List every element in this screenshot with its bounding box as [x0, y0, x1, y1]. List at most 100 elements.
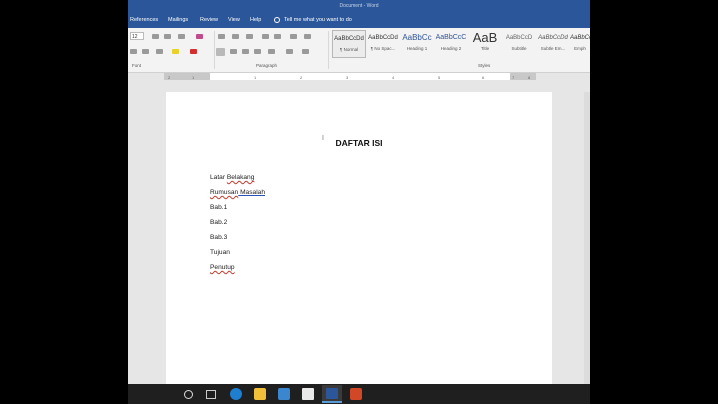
align-left-icon[interactable]	[216, 48, 225, 56]
style-label: Title	[480, 46, 490, 51]
windows-taskbar	[128, 384, 590, 404]
toc-text: Penutup	[210, 264, 235, 271]
ribbon-separator	[214, 31, 215, 69]
sort-icon[interactable]	[290, 34, 297, 39]
toc-text: Tujuan	[210, 249, 230, 256]
ruler-tick: 2	[168, 75, 171, 80]
task-view-icon[interactable]	[206, 390, 216, 399]
style-no-spacing[interactable]: AaBbCcDd ¶ No Spac...	[366, 30, 400, 58]
menu-bar: References Mailings Review View Help Tel…	[128, 12, 590, 28]
toc-item-penutup[interactable]: Penutup	[210, 264, 235, 271]
toc-item-bab-3[interactable]: Bab.3	[210, 234, 227, 241]
toc-item-rumusan-masalah[interactable]: Rumusan Masalah	[210, 189, 265, 196]
line-spacing-icon[interactable]	[268, 49, 275, 54]
cortana-icon[interactable]	[184, 390, 193, 399]
bullets-icon[interactable]	[218, 34, 225, 39]
ruler-tick: 1	[254, 75, 257, 80]
style-label: Heading 1	[406, 46, 428, 51]
toc-item-bab-1[interactable]: Bab.1	[210, 204, 227, 211]
style-preview: AaBbCcDd	[570, 35, 590, 41]
style-emphasis[interactable]: AaBbCcDd Emph	[570, 30, 590, 58]
style-preview: AaBbCcD	[505, 35, 533, 41]
style-heading-1[interactable]: AaBbCc Heading 1	[400, 30, 434, 58]
style-label: Subtle Em...	[540, 46, 566, 51]
tab-mailings[interactable]: Mailings	[168, 12, 188, 28]
style-preview: AaB	[472, 30, 498, 45]
group-label-font: Font	[132, 63, 142, 68]
style-normal[interactable]: AaBbCcDd ¶ Normal	[332, 30, 366, 58]
multilevel-list-icon[interactable]	[246, 34, 253, 39]
word-taskbar-button[interactable]	[322, 385, 342, 403]
align-right-icon[interactable]	[242, 49, 249, 54]
document-page[interactable]: I DAFTAR ISI Latar Belakang Rumusan Masa…	[166, 92, 552, 384]
clear-formatting-icon[interactable]	[196, 34, 203, 39]
document-title[interactable]: DAFTAR ISI	[166, 138, 552, 148]
toc-text: Masalah	[238, 189, 265, 196]
tell-me-label: Tell me what you want to do	[284, 17, 352, 23]
numbering-icon[interactable]	[232, 34, 239, 39]
style-preview: AaBbCcDd	[334, 36, 364, 42]
style-heading-2[interactable]: AaBbCcC Heading 2	[434, 30, 468, 58]
ribbon-separator	[328, 31, 329, 69]
borders-icon[interactable]	[302, 49, 309, 54]
subscript-icon[interactable]	[130, 49, 137, 54]
ruler-tick: 1	[192, 75, 195, 80]
lightbulb-icon	[274, 16, 280, 23]
toc-text: Rumusan	[210, 189, 239, 196]
style-preview: AaBbCc	[402, 33, 432, 42]
increase-indent-icon[interactable]	[274, 34, 281, 39]
title-bar: Document - Word	[128, 0, 590, 12]
grow-font-icon[interactable]	[152, 34, 159, 39]
toc-item-tujuan[interactable]: Tujuan	[210, 249, 230, 256]
style-label: Subtitle	[511, 46, 527, 51]
justify-icon[interactable]	[254, 49, 261, 54]
toc-item-latar-belakang[interactable]: Latar Belakang	[210, 174, 254, 181]
style-label: Emph	[574, 46, 586, 51]
style-label: Heading 2	[440, 46, 462, 51]
mail-icon[interactable]	[302, 388, 314, 400]
toc-text: Bab.1	[210, 204, 228, 211]
tab-view[interactable]: View	[228, 12, 240, 28]
tell-me-search[interactable]: Tell me what you want to do	[274, 12, 352, 28]
file-explorer-icon[interactable]	[254, 388, 266, 400]
group-label-styles: Styles	[478, 63, 491, 68]
text-effects-icon[interactable]	[156, 49, 163, 54]
toc-text: Bab.3	[210, 234, 228, 241]
ruler-tick: 2	[300, 75, 303, 80]
toc-item-bab-2[interactable]: Bab.2	[210, 219, 227, 226]
style-label: ¶ Normal	[339, 47, 359, 52]
style-subtle-emphasis[interactable]: AaBbCcDd Subtle Em...	[536, 30, 570, 58]
ruler-tick: 4	[392, 75, 395, 80]
tab-references[interactable]: References	[130, 12, 158, 28]
group-label-paragraph: Paragraph	[256, 63, 278, 68]
style-subtitle[interactable]: AaBbCcD Subtitle	[502, 30, 536, 58]
superscript-icon[interactable]	[142, 49, 149, 54]
edge-icon[interactable]	[230, 388, 242, 400]
tab-review[interactable]: Review	[200, 12, 218, 28]
style-label: ¶ No Spac...	[370, 46, 396, 51]
store-icon[interactable]	[278, 388, 290, 400]
ruler-tick: 5	[438, 75, 441, 80]
style-preview: AaBbCcC	[435, 34, 467, 41]
align-center-icon[interactable]	[230, 49, 237, 54]
show-formatting-icon[interactable]	[304, 34, 311, 39]
word-window: Document - Word References Mailings Revi…	[128, 0, 590, 404]
font-size-select[interactable]: 12	[130, 32, 144, 40]
style-title[interactable]: AaB Title	[468, 30, 502, 58]
ruler-tick: 7	[512, 75, 515, 80]
change-case-icon[interactable]	[178, 34, 185, 39]
ruler-tick: 8	[528, 75, 531, 80]
ruler-tick: 3	[346, 75, 349, 80]
tab-help[interactable]: Help	[250, 12, 261, 28]
highlight-icon[interactable]	[172, 49, 179, 54]
decrease-indent-icon[interactable]	[262, 34, 269, 39]
vertical-scrollbar[interactable]	[584, 92, 590, 384]
horizontal-ruler[interactable]: 2 1 1 2 3 4 5 6 7 8	[164, 73, 536, 80]
shrink-font-icon[interactable]	[164, 34, 171, 39]
shading-icon[interactable]	[286, 49, 293, 54]
style-preview: AaBbCcDd	[538, 35, 568, 41]
powerpoint-icon[interactable]	[350, 388, 362, 400]
font-color-icon[interactable]	[190, 49, 197, 54]
toc-text: Bab.2	[210, 219, 228, 226]
toc-text: Latar	[210, 174, 227, 181]
